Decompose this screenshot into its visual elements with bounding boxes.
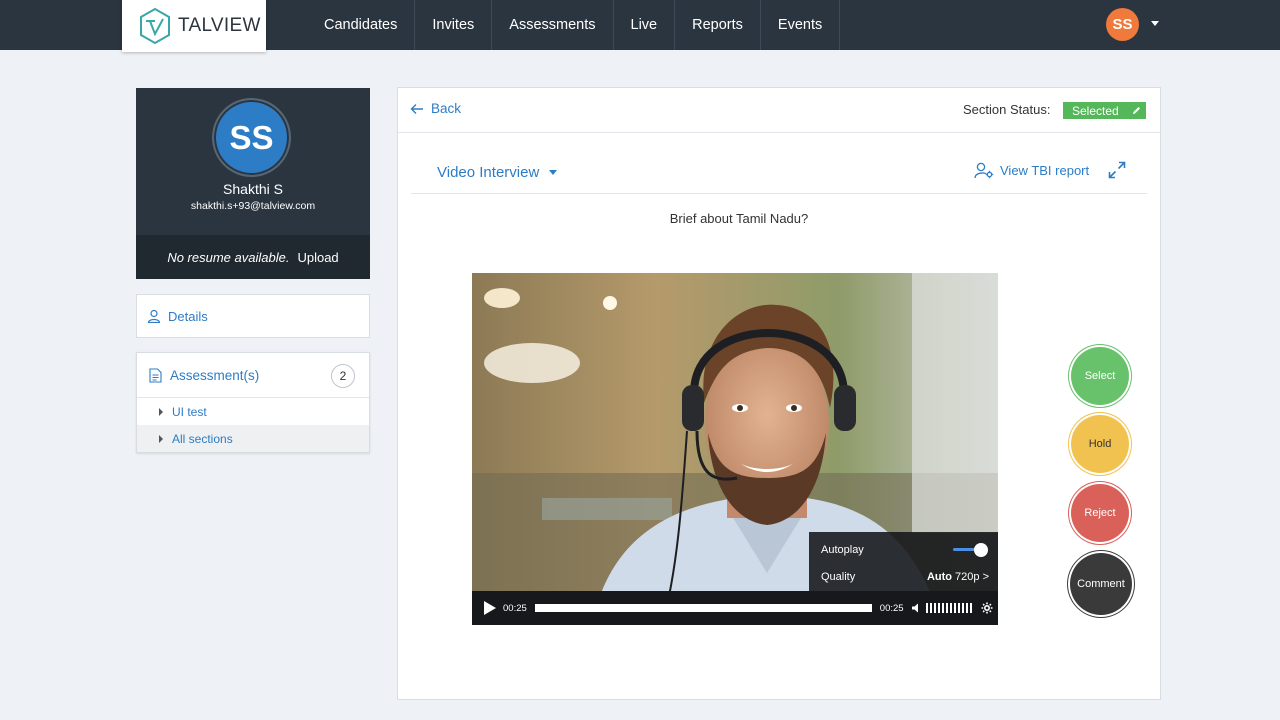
candidate-name: Shakthi S	[223, 181, 283, 197]
volume-slider[interactable]	[925, 603, 972, 613]
section-status-value: Selected	[1072, 103, 1119, 118]
details-link[interactable]: Details	[136, 294, 370, 338]
caret-right-icon	[159, 407, 163, 416]
section-status-label: Section Status:	[963, 102, 1051, 117]
assessment-item-all-sections[interactable]: All sections	[137, 425, 369, 452]
quality-mode: Auto	[926, 571, 952, 583]
talview-logo[interactable]: TALVIEW	[122, 0, 266, 52]
reject-button[interactable]: Reject	[1071, 484, 1129, 542]
expand-icon[interactable]	[1108, 161, 1126, 179]
toggle-knob	[974, 543, 988, 557]
chevron-down-icon	[549, 170, 558, 175]
assessments-count-badge: 2	[331, 364, 355, 388]
assessment-item-label: All sections	[172, 431, 233, 446]
details-label: Details	[168, 308, 208, 324]
play-icon[interactable]	[484, 601, 496, 615]
hold-button[interactable]: Hold	[1071, 415, 1129, 473]
view-tbi-report-link[interactable]: View TBI report	[974, 162, 1089, 179]
no-resume-text: No resume available.	[167, 249, 290, 265]
candidate-avatar: SS	[212, 98, 291, 177]
user-menu-caret-icon[interactable]	[1151, 21, 1159, 26]
header-divider	[398, 132, 1160, 133]
pencil-icon	[1133, 107, 1140, 114]
document-icon	[149, 367, 162, 383]
caret-right-icon	[159, 434, 163, 443]
user-settings-icon	[974, 162, 994, 179]
arrow-left-icon	[410, 103, 423, 114]
user-icon	[147, 309, 161, 323]
quality-label: Quality	[821, 571, 856, 583]
candidate-profile-card: SS Shakthi S shakthi.s+93@talview.com No…	[136, 88, 370, 279]
assessment-item-label: UI test	[172, 404, 207, 419]
nav-events[interactable]: Events	[761, 0, 841, 50]
video-settings-popup: Autoplay Quality Auto 720p >	[809, 532, 998, 591]
back-button[interactable]: Back	[410, 101, 461, 116]
nav-reports[interactable]: Reports	[675, 0, 761, 50]
back-label: Back	[431, 101, 462, 116]
assessment-item-ui-test[interactable]: UI test	[137, 398, 369, 425]
autoplay-row: Autoplay	[821, 543, 989, 557]
nav-invites[interactable]: Invites	[415, 0, 493, 50]
section-dropdown[interactable]: Video Interview	[437, 164, 558, 181]
nav-live[interactable]: Live	[614, 0, 676, 50]
user-avatar[interactable]: SS	[1106, 8, 1139, 41]
talview-logo-icon	[140, 7, 170, 45]
progress-bar[interactable]	[534, 604, 872, 612]
section-status-badge[interactable]: Selected	[1063, 102, 1146, 119]
nav-candidates[interactable]: Candidates	[307, 0, 416, 50]
top-nav-bar: TALVIEW Candidates Invites Assessments L…	[0, 0, 1280, 52]
main-nav: Candidates Invites Assessments Live Repo…	[307, 0, 841, 50]
resume-bar: No resume available. Upload	[136, 235, 370, 279]
autoplay-toggle[interactable]	[953, 543, 989, 557]
video-controls: 00:25 00:25	[472, 591, 998, 625]
main-panel: Back Section Status: Selected Video Inte…	[397, 87, 1161, 700]
section-divider	[411, 193, 1147, 194]
assessments-label: Assessment(s)	[170, 367, 260, 383]
interview-question: Brief about Tamil Nadu?	[669, 211, 809, 226]
upload-resume-link[interactable]: Upload	[297, 250, 338, 265]
quality-value: Auto 720p >	[927, 571, 989, 583]
candidate-email: shakthi.s+93@talview.com	[190, 200, 316, 212]
tbi-report-label: View TBI report	[1000, 163, 1090, 178]
select-button[interactable]: Select	[1071, 347, 1129, 405]
current-time: 00:25	[503, 602, 527, 614]
volume-icon[interactable]	[911, 603, 922, 613]
video-player[interactable]: Autoplay Quality Auto 720p > 00:25 00:25	[472, 273, 998, 625]
assessments-card: Assessment(s) 2 UI test All sections	[136, 352, 370, 453]
settings-gear-icon[interactable]	[981, 602, 993, 614]
comment-button[interactable]: Comment	[1070, 553, 1132, 615]
logo-text: TALVIEW	[178, 15, 261, 36]
quality-resolution: 720p >	[955, 571, 989, 583]
nav-assessments[interactable]: Assessments	[492, 0, 614, 50]
duration: 00:25	[879, 602, 904, 614]
section-dropdown-value: Video Interview	[437, 164, 540, 181]
autoplay-label: Autoplay	[821, 544, 864, 556]
quality-row[interactable]: Quality Auto 720p >	[821, 571, 989, 583]
